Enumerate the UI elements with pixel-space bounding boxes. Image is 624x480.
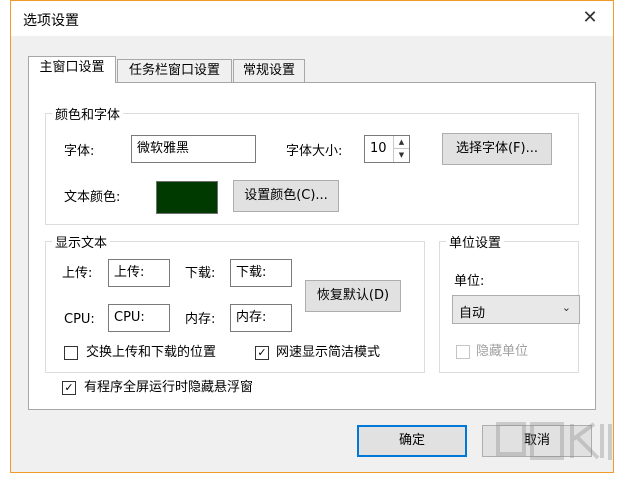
font-size-arrows: ▲ ▼: [393, 136, 409, 162]
tab-taskbar-window[interactable]: 任务栏窗口设置: [117, 59, 232, 83]
unit-selected-value: 自动: [459, 306, 486, 321]
unit-group-title: 单位设置: [446, 232, 505, 251]
display-text-group: 显示文本 上传: 上传: 下载: 下载: CPU: CPU: 内存: 内存: 恢…: [45, 232, 425, 373]
text-color-swatch[interactable]: [156, 181, 218, 214]
restore-default-button[interactable]: 恢复默认(D): [305, 280, 401, 312]
font-label: 字体:: [64, 144, 95, 159]
color-font-group-title: 颜色和字体: [52, 104, 124, 123]
unit-label: 单位:: [454, 274, 485, 289]
memory-label: 内存:: [185, 312, 216, 327]
swap-checkbox[interactable]: [64, 346, 78, 360]
fullscreen-hide-checkbox[interactable]: ✓: [62, 381, 76, 395]
font-size-value: 10: [370, 141, 387, 156]
check-icon: ✓: [257, 346, 267, 359]
check-icon: ✓: [64, 381, 74, 394]
simple-mode-checkbox-label: 网速显示简洁模式: [276, 345, 381, 360]
cancel-button[interactable]: 取消: [482, 425, 592, 457]
download-field[interactable]: 下载:: [230, 259, 292, 287]
title-bar: 选项设置 ✕: [11, 0, 613, 36]
cpu-field[interactable]: CPU:: [108, 304, 170, 332]
tab-panel-main-window: 颜色和字体 字体: 微软雅黑 字体大小: 10 ▲ ▼ 选择字体(F)... 文…: [28, 82, 596, 410]
fullscreen-hide-checkbox-label: 有程序全屏运行时隐藏悬浮窗: [84, 380, 254, 395]
swap-checkbox-label: 交换上传和下载的位置: [86, 345, 217, 360]
color-font-group: 颜色和字体 字体: 微软雅黑 字体大小: 10 ▲ ▼ 选择字体(F)... 文…: [45, 104, 579, 225]
set-color-button[interactable]: 设置颜色(C)...: [233, 180, 339, 212]
hide-unit-checkbox[interactable]: [456, 345, 470, 359]
stepper-up-icon[interactable]: ▲: [394, 136, 409, 149]
font-field[interactable]: 微软雅黑: [131, 135, 256, 163]
unit-group: 单位设置 单位: 自动 ⌄ 隐藏单位: [439, 232, 580, 373]
choose-font-button[interactable]: 选择字体(F)...: [442, 133, 552, 165]
cpu-label: CPU:: [64, 312, 95, 327]
upload-label: 上传:: [62, 266, 93, 281]
memory-field[interactable]: 内存:: [230, 304, 292, 332]
hide-unit-checkbox-label: 隐藏单位: [476, 344, 529, 359]
tab-main-window[interactable]: 主窗口设置: [28, 56, 116, 83]
window-title: 选项设置: [23, 13, 79, 29]
ok-button[interactable]: 确定: [357, 425, 467, 457]
simple-mode-checkbox[interactable]: ✓: [255, 346, 269, 360]
chevron-down-icon: ⌄: [561, 301, 571, 314]
font-size-stepper[interactable]: 10 ▲ ▼: [364, 135, 410, 163]
options-dialog: 选项设置 ✕ 主窗口设置 任务栏窗口设置 常规设置 颜色和字体 字体: 微软雅黑…: [10, 0, 614, 473]
upload-field[interactable]: 上传:: [108, 259, 170, 287]
unit-select[interactable]: 自动 ⌄: [452, 295, 580, 324]
stepper-down-icon[interactable]: ▼: [394, 149, 409, 162]
text-color-label: 文本颜色:: [64, 190, 121, 205]
tab-general[interactable]: 常规设置: [233, 59, 305, 83]
font-size-label: 字体大小:: [286, 144, 343, 159]
close-icon[interactable]: ✕: [575, 4, 605, 32]
display-text-group-title: 显示文本: [52, 232, 111, 251]
download-label: 下载:: [185, 266, 216, 281]
